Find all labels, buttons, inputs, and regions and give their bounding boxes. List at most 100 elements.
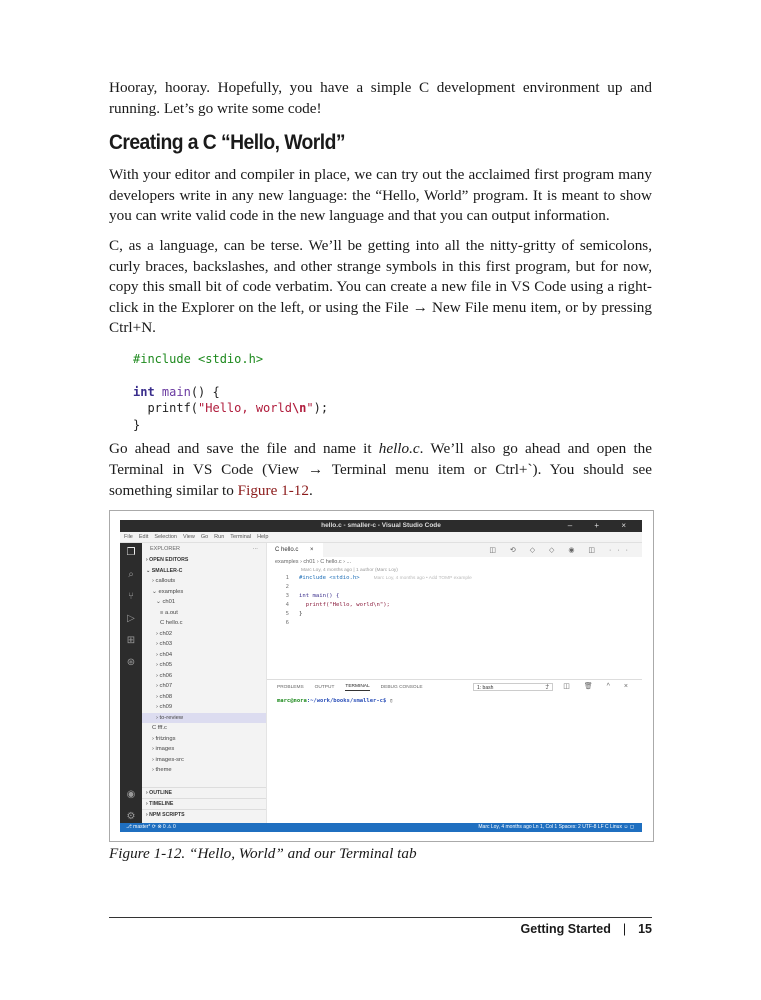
code-line: 2 bbox=[267, 583, 642, 592]
code-escape: \n bbox=[291, 401, 307, 416]
tree-item[interactable]: › images-src bbox=[142, 755, 266, 766]
tree-item[interactable]: › ch09 bbox=[142, 702, 266, 713]
tab-output[interactable]: OUTPUT bbox=[315, 685, 335, 690]
inline-blame: Marc Loy, 4 months ago • Add TOMP exampl… bbox=[373, 576, 472, 581]
tree-item[interactable]: › theme bbox=[142, 765, 266, 776]
tree-item[interactable]: ⌄ examples bbox=[142, 587, 266, 598]
account-icon[interactable]: ◉ bbox=[125, 789, 137, 801]
tree-item[interactable]: › ch05 bbox=[142, 660, 266, 671]
tree-item[interactable]: › fritzings bbox=[142, 734, 266, 745]
paragraph-terse: C, as a language, can be terse. We’ll be… bbox=[109, 236, 652, 337]
line-number: 3 bbox=[285, 593, 289, 599]
run-debug-icon[interactable]: ▷ bbox=[125, 613, 137, 625]
breadcrumb[interactable]: examples › ch01 › C hello.c › ... bbox=[267, 557, 642, 567]
tree-item[interactable]: › ch03 bbox=[142, 639, 266, 650]
tree-item[interactable]: ⌄ ch01 bbox=[142, 597, 266, 608]
editor-area: C hello.c × ◫ ⟲ ◇ ◇ ◉ ◫ ··· examples › c… bbox=[267, 543, 642, 823]
tab-terminal[interactable]: TERMINAL bbox=[345, 684, 370, 691]
tree-item[interactable]: › to-review bbox=[142, 712, 266, 723]
figure-link[interactable]: Figure 1-12 bbox=[238, 482, 309, 499]
menu-bar: File Edit Selection View Go Run Terminal Help bbox=[120, 532, 642, 543]
tree-item[interactable]: › ch07 bbox=[142, 681, 266, 692]
activity-bar: ❐ ⌕ ⑂ ▷ ⊞ ⊛ ◉ ⚙ bbox=[120, 543, 142, 823]
timeline-section[interactable]: › TIMELINE bbox=[142, 798, 266, 810]
tree-item[interactable]: › OPEN EDITORS bbox=[142, 555, 266, 566]
menu-item[interactable]: Run bbox=[214, 534, 224, 540]
menu-item[interactable]: File bbox=[124, 534, 133, 540]
code-editor[interactable]: Marc Loy, 4 months ago | 1 author (Marc … bbox=[267, 567, 642, 628]
footer-rule bbox=[109, 917, 652, 918]
tab-debug-console[interactable]: DEBUG CONSOLE bbox=[381, 685, 423, 690]
menu-item[interactable]: View bbox=[183, 534, 195, 540]
code-listing: #include <stdio.h> int main() { printf("… bbox=[133, 351, 652, 434]
menu-item[interactable]: Go bbox=[201, 534, 208, 540]
status-right[interactable]: Marc Loy, 4 months ago Ln 1, Col 1 Space… bbox=[478, 823, 634, 832]
tree-item[interactable]: › callouts bbox=[142, 576, 266, 587]
code-lines: 1 #include <stdio.h> Marc Loy, 4 months ag… bbox=[267, 574, 642, 628]
tree-item[interactable]: › ch02 bbox=[142, 629, 266, 640]
explorer-sidebar: EXPLORER ··· › OPEN EDITORS ⌄ SMALLER-C › … bbox=[142, 543, 267, 823]
tab-problems[interactable]: PROBLEMS bbox=[277, 685, 304, 690]
line-number: 6 bbox=[285, 620, 289, 626]
file-tree: › OPEN EDITORS ⌄ SMALLER-C › callouts ⌄ exa… bbox=[142, 555, 266, 776]
code-main-rest: () { bbox=[190, 384, 220, 399]
footer-separator: | bbox=[622, 922, 627, 936]
extensions-icon[interactable]: ⊞ bbox=[125, 635, 137, 647]
gear-icon[interactable]: ⚙ bbox=[125, 811, 137, 823]
shell-select[interactable]: 1: bash ⌄ bbox=[473, 683, 553, 691]
vscode-window: hello.c - smaller-c - Visual Studio Code… bbox=[120, 520, 642, 832]
files-icon[interactable]: ❐ bbox=[125, 547, 137, 559]
paragraph-save-file: Go ahead and save the file and name it h… bbox=[109, 439, 652, 501]
npm-scripts-section[interactable]: › NPM SCRIPTS bbox=[142, 809, 266, 821]
line-text: #include <stdio.h> bbox=[299, 575, 360, 581]
outline-section[interactable]: › OUTLINE bbox=[142, 787, 266, 799]
tree-item[interactable]: ≡ a.out bbox=[142, 608, 266, 619]
code-include: #include <stdio.h> bbox=[133, 351, 264, 366]
menu-item[interactable]: Help bbox=[257, 534, 268, 540]
prompt-user: marc@nora bbox=[277, 698, 307, 704]
intro-paragraph: Hooray, hooray. Hopefully, you have a si… bbox=[109, 79, 652, 117]
source-control-icon[interactable]: ⑂ bbox=[125, 591, 137, 603]
tab-hello-c[interactable]: C hello.c × bbox=[267, 543, 323, 557]
panel-actions[interactable]: + ◫ 🗑 ^ × bbox=[545, 682, 634, 690]
code-line: 6 bbox=[267, 619, 642, 628]
status-left[interactable]: ⎇ master* ⟳ ⊗ 0 ⚠ 0 bbox=[126, 823, 176, 832]
code-close-brace: } bbox=[133, 417, 141, 432]
tree-item[interactable]: C hello.c bbox=[142, 618, 266, 629]
line-number: 1 bbox=[285, 575, 289, 581]
tab-close-icon[interactable]: × bbox=[310, 547, 314, 553]
remote-icon[interactable]: ⊛ bbox=[125, 657, 137, 669]
tree-item[interactable]: › images bbox=[142, 744, 266, 755]
tree-item[interactable]: › ch06 bbox=[142, 671, 266, 682]
line-number: 5 bbox=[285, 611, 289, 617]
codelens-blame: Marc Loy, 4 months ago | 1 author (Marc … bbox=[301, 568, 398, 573]
terminal[interactable]: marc@nora:~/work/books/smaller-c$ ▯ bbox=[267, 694, 642, 704]
editor-actions[interactable]: ◫ ⟲ ◇ ◇ ◉ ◫ ··· bbox=[489, 546, 634, 554]
tab-label: C hello.c bbox=[275, 547, 299, 553]
tree-item[interactable]: › ch04 bbox=[142, 650, 266, 661]
line-number: 2 bbox=[285, 584, 289, 590]
page-content: Hooray, hooray. Hopefully, you have a si… bbox=[109, 78, 652, 510]
tree-item[interactable]: ⌄ SMALLER-C bbox=[142, 566, 266, 577]
prompt-path: :~/work/books/smaller-c$ bbox=[306, 698, 387, 704]
code-printf: printf( bbox=[147, 401, 199, 416]
figure-screenshot: hello.c - smaller-c - Visual Studio Code… bbox=[109, 510, 654, 842]
tree-item[interactable]: C fff.c bbox=[142, 723, 266, 734]
explorer-more-icon[interactable]: ··· bbox=[253, 543, 259, 555]
editor-tab-bar: C hello.c × ◫ ⟲ ◇ ◇ ◉ ◫ ··· bbox=[267, 543, 642, 557]
window-controls[interactable]: – + × bbox=[568, 521, 636, 530]
explorer-label: EXPLORER bbox=[150, 546, 180, 552]
menu-item[interactable]: Edit bbox=[139, 534, 148, 540]
search-icon[interactable]: ⌕ bbox=[125, 569, 137, 581]
figure-caption: Figure 1-12. “Hello, World” and our Term… bbox=[109, 845, 417, 862]
tree-item[interactable]: › ch08 bbox=[142, 692, 266, 703]
section-heading: Creating a C “Hello, World” bbox=[109, 131, 345, 155]
window-title: hello.c - smaller-c - Visual Studio Code bbox=[321, 522, 441, 529]
line-text: printf("Hello, world\n"); bbox=[299, 602, 390, 608]
code-line: 3 int main() { bbox=[267, 592, 642, 601]
terminal-cursor: ▯ bbox=[386, 698, 393, 704]
menu-item[interactable]: Selection bbox=[154, 534, 177, 540]
code-main-fn: main bbox=[161, 384, 191, 399]
menu-item[interactable]: Terminal bbox=[230, 534, 251, 540]
code-line: 4 printf("Hello, world\n"); bbox=[267, 601, 642, 610]
